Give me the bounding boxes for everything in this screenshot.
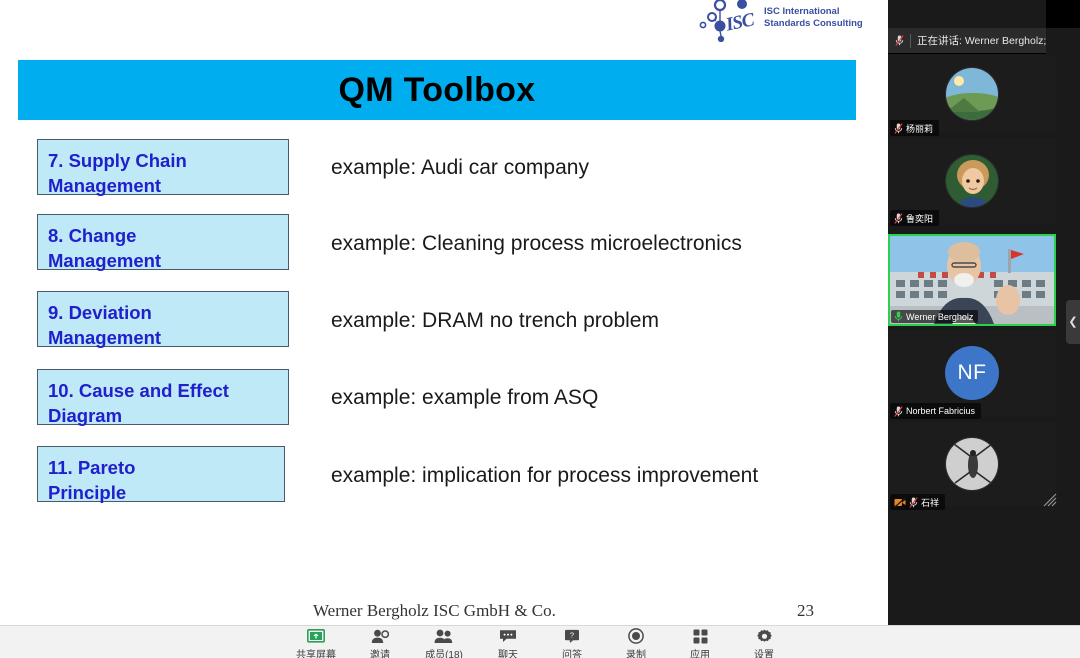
insect-photo-avatar <box>946 438 998 490</box>
example-text-11: example: implication for process improve… <box>331 464 759 487</box>
landscape-photo-avatar <box>946 68 998 120</box>
active-speaker-bar: 正在讲话: Werner Bergholz; <box>888 28 1046 54</box>
participant-3-nametag: Werner Bergholz <box>891 310 979 323</box>
participant-5-name: 石祥 <box>921 497 940 508</box>
toolbox-item-9-label: 9. Deviation Management <box>48 302 162 348</box>
toolbox-item-11-label: 11. Pareto Principle <box>48 457 136 503</box>
resize-grip-icon[interactable] <box>1042 492 1058 508</box>
shared-screen-slide: ISC ISC International Standards Consulti… <box>0 0 888 625</box>
example-text-9: example: DRAM no trench problem <box>331 309 659 332</box>
toolbox-item-8-label: 8. Change Management <box>48 225 162 271</box>
mic-muted-icon <box>894 212 903 224</box>
participant-2-nametag: 鲁奕阳 <box>890 210 940 226</box>
slide-title-banner: QM Toolbox <box>18 60 856 120</box>
toolbox-item-11[interactable]: 11. Pareto Principle <box>37 446 285 503</box>
toolbar-qa-label: 问答 <box>562 650 582 658</box>
share-screen-icon <box>307 628 325 644</box>
toolbox-item-8[interactable]: 8. Change Management <box>37 214 289 271</box>
toolbox-item-10-label: 10. Cause and Effect Diagram <box>48 380 229 426</box>
meeting-toolbar: 共享屏幕 邀请 成员(18) 聊天 ? 问答 录制 应用 设置 <box>0 625 1080 658</box>
toolbar-chat-label: 聊天 <box>498 650 518 658</box>
mic-on-icon <box>894 311 903 322</box>
mic-muted-icon <box>894 122 903 134</box>
invite-icon <box>371 628 389 644</box>
slide-footer: Werner Bergholz ISC GmbH & Co. <box>313 601 556 620</box>
panel-top-strip <box>888 0 1080 28</box>
active-speaker-label: 正在讲话: Werner Bergholz; <box>917 35 1046 47</box>
isc-logo: ISC ISC International Standards Consulti… <box>698 0 888 42</box>
participant-tile-3-active-speaker[interactable]: Werner Bergholz <box>888 234 1056 326</box>
toolbox-item-7-label: 7. Supply Chain Management <box>48 150 187 196</box>
mic-off-icon <box>895 35 904 46</box>
page-title: QM Toolbox <box>338 70 536 109</box>
toolbar-record[interactable]: 录制 <box>613 626 659 658</box>
toolbar-chat[interactable]: 聊天 <box>485 626 531 658</box>
child-photo-avatar <box>946 154 998 207</box>
record-icon <box>628 628 644 644</box>
slide-page-number: 23 <box>797 601 814 620</box>
qa-icon: ? <box>564 628 580 644</box>
toolbar-record-label: 录制 <box>626 650 646 658</box>
camera-off-icon <box>894 496 906 508</box>
apps-icon <box>693 628 708 644</box>
participant-5-nametag: 石祥 <box>890 494 946 510</box>
toolbar-participants-label: 成员(18) <box>425 650 463 658</box>
toolbar-participants[interactable]: 成员(18) <box>421 626 467 658</box>
avatar <box>945 437 999 491</box>
toolbar-invite[interactable]: 邀请 <box>357 626 403 658</box>
example-text-8: example: Cleaning process microelectroni… <box>331 232 742 255</box>
mic-muted-icon <box>909 496 918 508</box>
toolbar-apps-label: 应用 <box>690 650 710 658</box>
toolbar-share-screen[interactable]: 共享屏幕 <box>293 626 339 658</box>
panel-collapse-handle[interactable]: ❮ <box>1066 300 1080 344</box>
participant-2-name: 鲁奕阳 <box>906 213 934 224</box>
panel-top-strip-inner <box>888 0 1046 28</box>
toolbar-settings[interactable]: 设置 <box>741 626 787 658</box>
chevron-left-icon: ❮ <box>1068 315 1078 328</box>
toolbar-apps[interactable]: 应用 <box>677 626 723 658</box>
participant-1-name: 杨丽莉 <box>906 123 934 134</box>
participants-icon <box>434 628 454 644</box>
toolbar-share-screen-label: 共享屏幕 <box>296 650 336 658</box>
avatar <box>945 67 999 121</box>
speaker-bar-divider <box>910 33 911 48</box>
svg-text:?: ? <box>570 631 574 640</box>
logo-tagline: ISC International Standards Consulting <box>764 6 863 29</box>
toolbox-item-9[interactable]: 9. Deviation Management <box>37 291 289 348</box>
participant-3-name: Werner Bergholz <box>906 311 974 322</box>
avatar <box>945 153 999 208</box>
avatar-initials: NF <box>945 346 999 400</box>
toolbar-invite-label: 邀请 <box>370 650 390 658</box>
zoom-meeting-window: ISC ISC International Standards Consulti… <box>0 0 1080 658</box>
chat-icon <box>499 628 517 644</box>
toolbar-settings-label: 设置 <box>754 650 774 658</box>
toolbox-item-7[interactable]: 7. Supply Chain Management <box>37 139 289 196</box>
example-text-10: example: example from ASQ <box>331 386 599 409</box>
participant-1-nametag: 杨丽莉 <box>890 120 940 136</box>
participant-4-name: Norbert Fabricius <box>906 406 976 416</box>
settings-icon <box>756 628 772 644</box>
toolbar-qa[interactable]: ? 问答 <box>549 626 595 658</box>
participant-4-nametag: Norbert Fabricius <box>890 403 982 419</box>
mic-muted-icon <box>894 405 903 417</box>
toolbox-item-10[interactable]: 10. Cause and Effect Diagram <box>37 369 289 426</box>
participant-video-panel: 正在讲话: Werner Bergholz; 杨丽莉 鲁奕阳 Werner Be… <box>888 0 1080 625</box>
example-text-7: example: Audi car company <box>331 156 589 179</box>
